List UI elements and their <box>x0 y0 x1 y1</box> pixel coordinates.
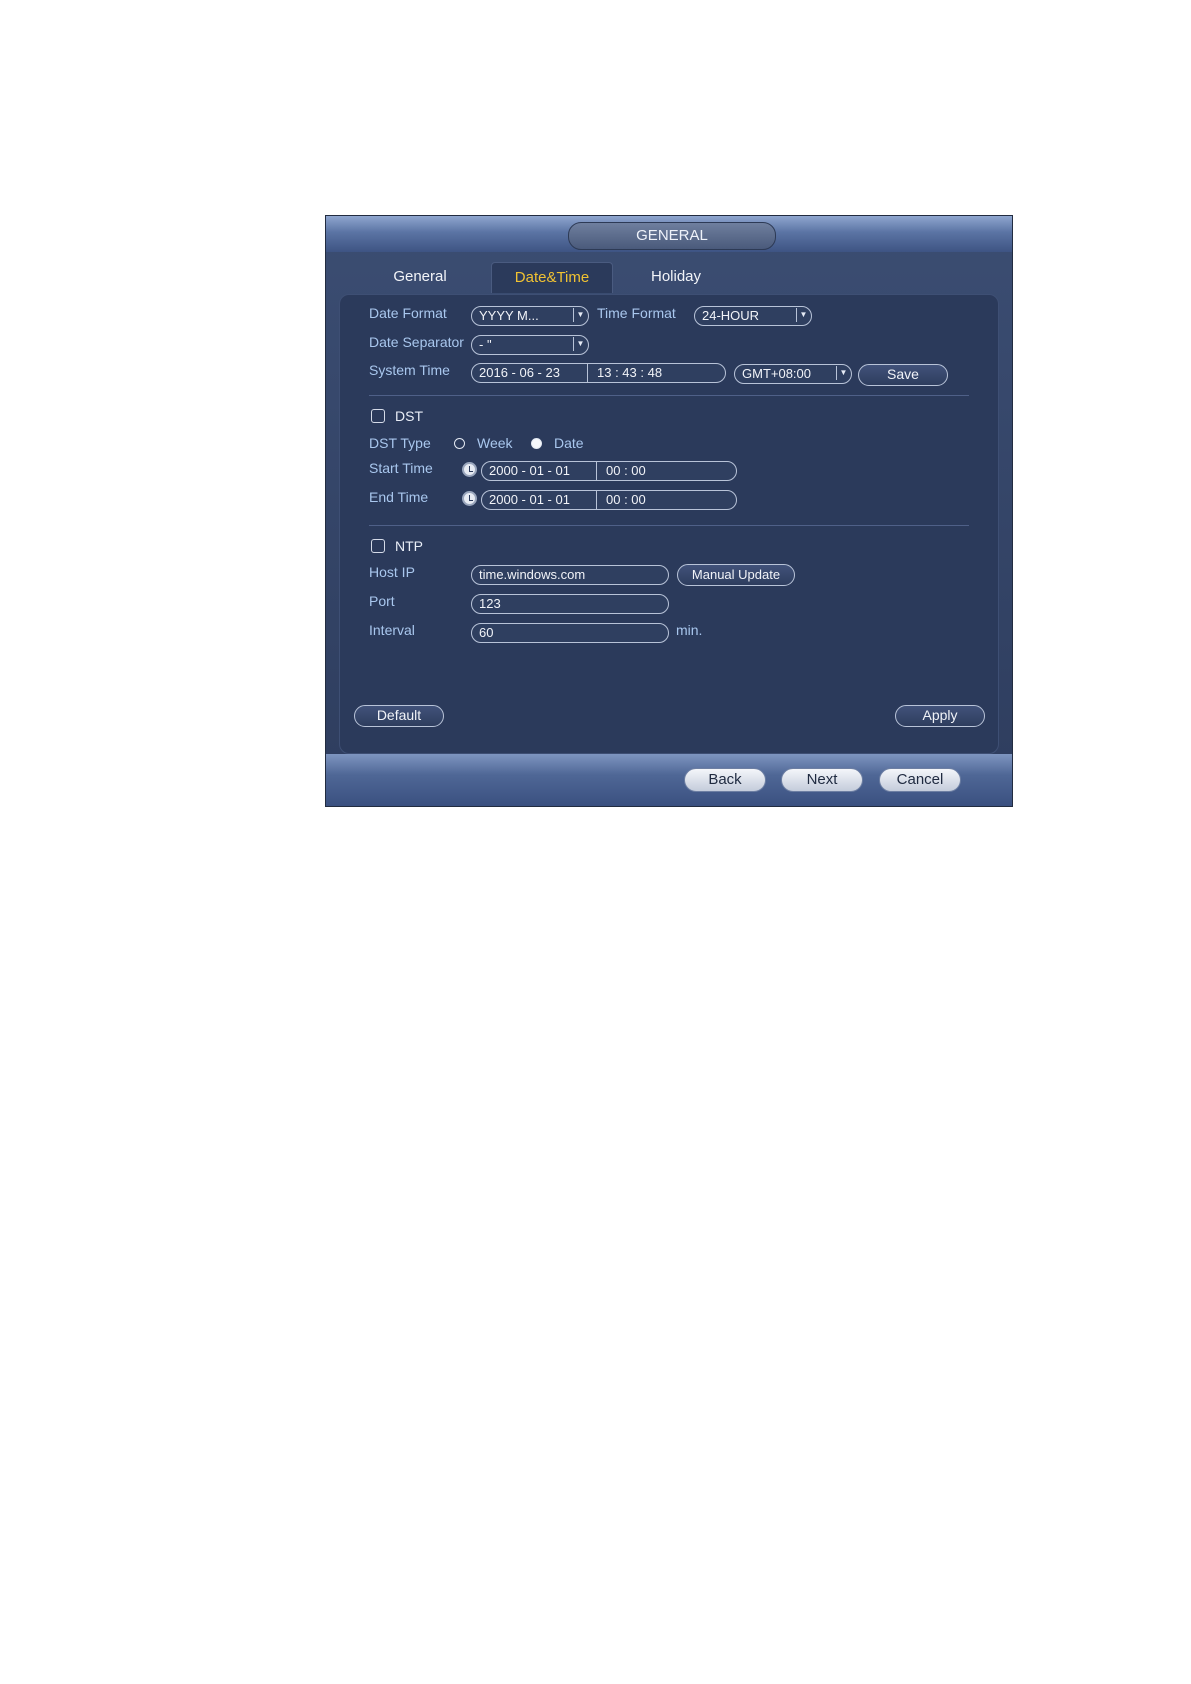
host-ip-input[interactable]: time.windows.com <box>471 565 669 585</box>
date-separator-value: - " <box>479 337 492 352</box>
end-time-label: End Time <box>369 489 429 505</box>
back-button[interactable]: Back <box>684 768 766 792</box>
tab-general[interactable]: General <box>374 262 466 292</box>
apply-button[interactable]: Apply <box>895 705 985 727</box>
date-option-label: Date <box>554 435 584 451</box>
general-dialog: GENERAL General Date&Time Holiday Date F… <box>325 215 1013 807</box>
tab-date-time[interactable]: Date&Time <box>491 262 613 293</box>
date-format-select[interactable]: YYYY M... ▼ <box>471 306 589 326</box>
system-time-label: System Time <box>369 362 450 378</box>
date-separator-label: Date Separator <box>369 334 464 350</box>
host-ip-label: Host IP <box>369 564 415 580</box>
ntp-checkbox[interactable] <box>371 539 385 553</box>
interval-input[interactable]: 60 <box>471 623 669 643</box>
date-format-value: YYYY M... <box>479 308 539 323</box>
system-time-field[interactable]: 2016 - 06 - 23 13 : 43 : 48 <box>471 363 726 383</box>
timezone-select[interactable]: GMT+08:00 ▼ <box>734 364 852 384</box>
interval-label: Interval <box>369 622 415 638</box>
divider <box>369 395 969 396</box>
week-radio[interactable] <box>454 438 465 449</box>
cancel-button[interactable]: Cancel <box>879 768 961 792</box>
save-button[interactable]: Save <box>858 364 948 386</box>
dialog-title: GENERAL <box>568 222 776 250</box>
time-format-value: 24-HOUR <box>702 308 760 323</box>
port-label: Port <box>369 593 395 609</box>
end-time-field[interactable]: 2000 - 01 - 01 00 : 00 <box>481 490 737 510</box>
chevron-down-icon: ▼ <box>836 366 849 380</box>
settings-panel: Date Format YYYY M... ▼ Time Format 24-H… <box>339 294 999 754</box>
system-clock-value: 13 : 43 : 48 <box>597 365 663 380</box>
dst-checkbox[interactable] <box>371 409 385 423</box>
end-clock-value: 00 : 00 <box>606 492 646 507</box>
port-input[interactable]: 123 <box>471 594 669 614</box>
default-button[interactable]: Default <box>354 705 444 727</box>
time-format-select[interactable]: 24-HOUR ▼ <box>694 306 812 326</box>
field-divider <box>596 462 597 480</box>
end-date-value: 2000 - 01 - 01 <box>489 492 570 507</box>
tab-holiday[interactable]: Holiday <box>626 262 726 292</box>
clock-icon <box>462 462 477 477</box>
start-time-label: Start Time <box>369 460 433 476</box>
week-option-label: Week <box>477 435 513 451</box>
field-divider <box>596 491 597 509</box>
timezone-value: GMT+08:00 <box>742 366 812 381</box>
date-format-label: Date Format <box>369 305 447 321</box>
title-bar: GENERAL <box>326 216 1012 252</box>
date-radio[interactable] <box>531 438 542 449</box>
start-date-value: 2000 - 01 - 01 <box>489 463 570 478</box>
interval-unit: min. <box>676 622 703 638</box>
next-button[interactable]: Next <box>781 768 863 792</box>
divider <box>369 525 969 526</box>
ntp-label: NTP <box>395 538 423 554</box>
chevron-down-icon: ▼ <box>573 308 586 322</box>
dst-type-label: DST Type <box>369 435 431 451</box>
field-divider <box>587 364 588 382</box>
chevron-down-icon: ▼ <box>796 308 809 322</box>
time-format-label: Time Format <box>597 305 676 321</box>
start-clock-value: 00 : 00 <box>606 463 646 478</box>
system-date-value: 2016 - 06 - 23 <box>479 365 560 380</box>
chevron-down-icon: ▼ <box>573 337 586 351</box>
manual-update-button[interactable]: Manual Update <box>677 564 795 586</box>
date-separator-select[interactable]: - " ▼ <box>471 335 589 355</box>
dst-label: DST <box>395 408 423 424</box>
start-time-field[interactable]: 2000 - 01 - 01 00 : 00 <box>481 461 737 481</box>
clock-icon <box>462 491 477 506</box>
dialog-footer: Back Next Cancel <box>326 754 1012 806</box>
